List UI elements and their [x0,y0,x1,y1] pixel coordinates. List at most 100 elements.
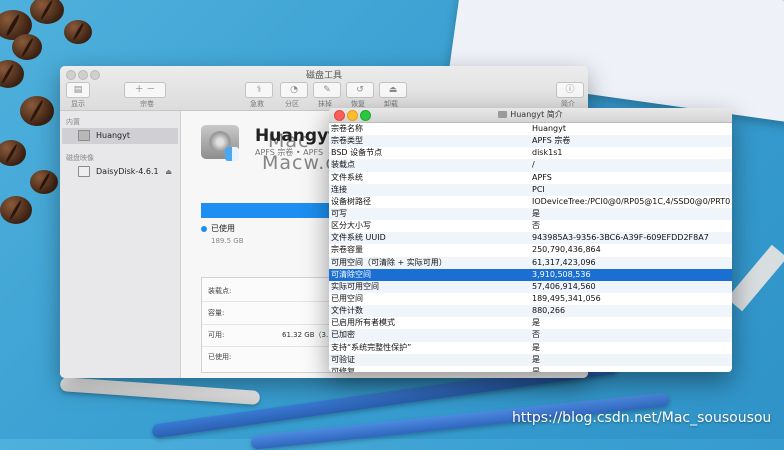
table-row[interactable]: 支持“系统完整性保护” 是 [329,342,732,354]
row-key: 已用空间 [331,293,363,303]
row-value: 61,317,423,096 [532,257,596,267]
row-value: 否 [532,330,540,340]
plus-minus-icon: ＋ － [134,85,156,95]
sidebar-item-huangyt[interactable]: Huangyt [62,128,178,144]
table-row[interactable]: 可写 是 [329,207,732,221]
row-key: 装载点 [331,160,355,170]
row-value: 189,495,341,056 [532,293,601,303]
erase-button[interactable]: ✎ [313,82,341,98]
used-legend-value: 189.5 GB [211,237,244,245]
row-value: 57,406,914,560 [532,281,596,291]
row-value: 880,266 [532,306,566,316]
row-value: APFS [532,172,552,182]
info-table: 宗卷名称 Huangyt 宗卷类型 APFS 宗卷 BSD 设备节点 disk1s1 装载点… [329,123,732,372]
table-row[interactable]: 区分大小写 否 [329,220,732,232]
table-row[interactable]: 设备树路径 IODeviceTree:/PCI0@0/RP05@1C,4/SSD0… [329,196,732,208]
row-key: 文件系统 UUID [331,233,386,243]
sidebar-item-label: Huangyt [96,131,131,140]
overlay-watermark-line1: Mac [268,130,310,152]
row-value: 是 [532,366,540,372]
capacity-label: 容量: [208,309,225,317]
row-key: 文件系统 [331,172,363,182]
table-row[interactable]: 已用空间 189,495,341,056 [329,293,732,305]
row-value: IODeviceTree:/PCI0@0/RP05@1C,4/SSD0@0/PR… [532,196,730,206]
first-aid-button[interactable]: ⚕ [245,82,273,98]
display-button[interactable]: ▤ [66,82,90,98]
partition-button[interactable]: ◔ [280,82,308,98]
sidebar-item-daisydisk[interactable]: DaisyDisk-4.6.1 ⏏ [62,164,178,180]
display-label: 显示 [71,100,85,108]
row-value: 250,790,436,864 [532,245,601,255]
sidebar-item-label: DaisyDisk-4.6.1 [96,167,159,176]
row-value: 是 [532,208,540,218]
page-watermark: https://blog.csdn.net/Mac_sousousou [512,410,772,426]
coffee-bean-decoration [64,20,92,44]
row-key: 宗卷名称 [331,124,363,133]
mount-point-label: 装载点: [208,287,232,295]
row-value: 3,910,508,536 [532,269,591,279]
coffee-bean-decoration [0,60,24,88]
table-row[interactable]: 装载点 / [329,159,732,172]
table-row[interactable]: 已启用所有者模式 是 [329,317,732,329]
info-panel-window: Huangyt 简介 宗卷名称 Huangyt 宗卷类型 APFS 宗卷 BSD 设备节… [329,108,732,372]
row-value: APFS 宗卷 [532,136,571,146]
table-row[interactable]: 可修复 是 [329,366,732,372]
restore-button[interactable]: ↺ [346,82,374,98]
eject-icon[interactable]: ⏏ [165,164,172,180]
row-value: Huangyt [532,124,567,133]
table-row[interactable]: 可用空间（可清除 + 实际可用） 61,317,423,096 [329,256,732,269]
table-row[interactable]: 文件系统 APFS [329,172,732,184]
info-panel-titlebar: Huangyt 简介 [329,108,732,123]
volume-add-button[interactable]: ＋ － [124,82,166,98]
row-value: 是 [532,318,540,328]
sidebar-header-images: 磁盘映像 [66,154,94,162]
row-key: 实际可用空间 [331,281,379,291]
row-key: 宗卷容量 [331,245,363,255]
sidebar-icon: ▤ [73,85,83,95]
row-key: 可验证 [331,354,355,364]
row-key: 可修复 [331,366,355,372]
table-row[interactable]: 文件计数 880,266 [329,305,732,318]
row-value: disk1s1 [532,148,563,158]
row-value: PCI [532,184,545,194]
disk-utility-toolbar: 磁盘工具 ▤ 显示 ＋ － 宗卷 ⚕ 急救 ◔ 分区 ✎ 抹掉 ↺ 恢复 ⏏ 卸… [60,66,588,111]
coffee-bean-decoration [30,170,58,194]
row-key: 已启用所有者模式 [331,318,395,328]
partition-icon: ◔ [290,85,298,95]
sidebar-header-internal: 内置 [66,118,80,126]
table-row[interactable]: 宗卷名称 Huangyt [329,123,732,135]
used-legend-dot [201,226,207,232]
coffee-bean-decoration [20,96,54,126]
table-row[interactable]: 可验证 是 [329,353,732,366]
row-value: / [532,160,535,170]
info-panel-title-wrap: Huangyt 简介 [329,108,732,122]
used-label: 已使用: [208,353,232,361]
ruler-decoration [726,244,784,312]
sidebar: 内置 Huangyt 磁盘映像 DaisyDisk-4.6.1 ⏏ [60,111,181,378]
row-key: 宗卷类型 [331,136,363,146]
row-key: 可写 [331,208,347,218]
table-row[interactable]: 实际可用空间 57,406,914,560 [329,280,732,293]
first-aid-label: 急救 [250,100,264,108]
erase-icon: ✎ [323,85,331,95]
row-value: 否 [532,221,540,231]
row-key: 区分大小写 [331,221,371,231]
eject-icon: ⏏ [388,85,398,95]
table-row[interactable]: 可清除空间 3,910,508,536 [329,268,732,281]
info-panel-title: Huangyt 简介 [510,110,563,119]
row-value: 943985A3-9356-3BC6-A39F-609EFDD2F8A7 [532,233,709,243]
table-row[interactable]: 宗卷容量 250,790,436,864 [329,244,732,256]
table-row[interactable]: 宗卷类型 APFS 宗卷 [329,135,732,148]
unmount-button[interactable]: ⏏ [379,82,407,98]
info-button[interactable]: ⓘ [556,82,584,98]
table-row[interactable]: BSD 设备节点 disk1s1 [329,147,732,159]
row-value: 是 [532,342,540,352]
row-key: 可清除空间 [331,269,371,279]
table-row[interactable]: 连接 PCI [329,183,732,196]
row-key: 文件计数 [331,306,363,316]
available-label: 可用: [208,331,225,339]
table-row[interactable]: 已加密 否 [329,329,732,342]
table-row[interactable]: 文件系统 UUID 943985A3-9356-3BC6-A39F-609EFDD… [329,232,732,245]
coffee-bean-decoration [12,34,42,60]
disk-icon [498,111,508,118]
